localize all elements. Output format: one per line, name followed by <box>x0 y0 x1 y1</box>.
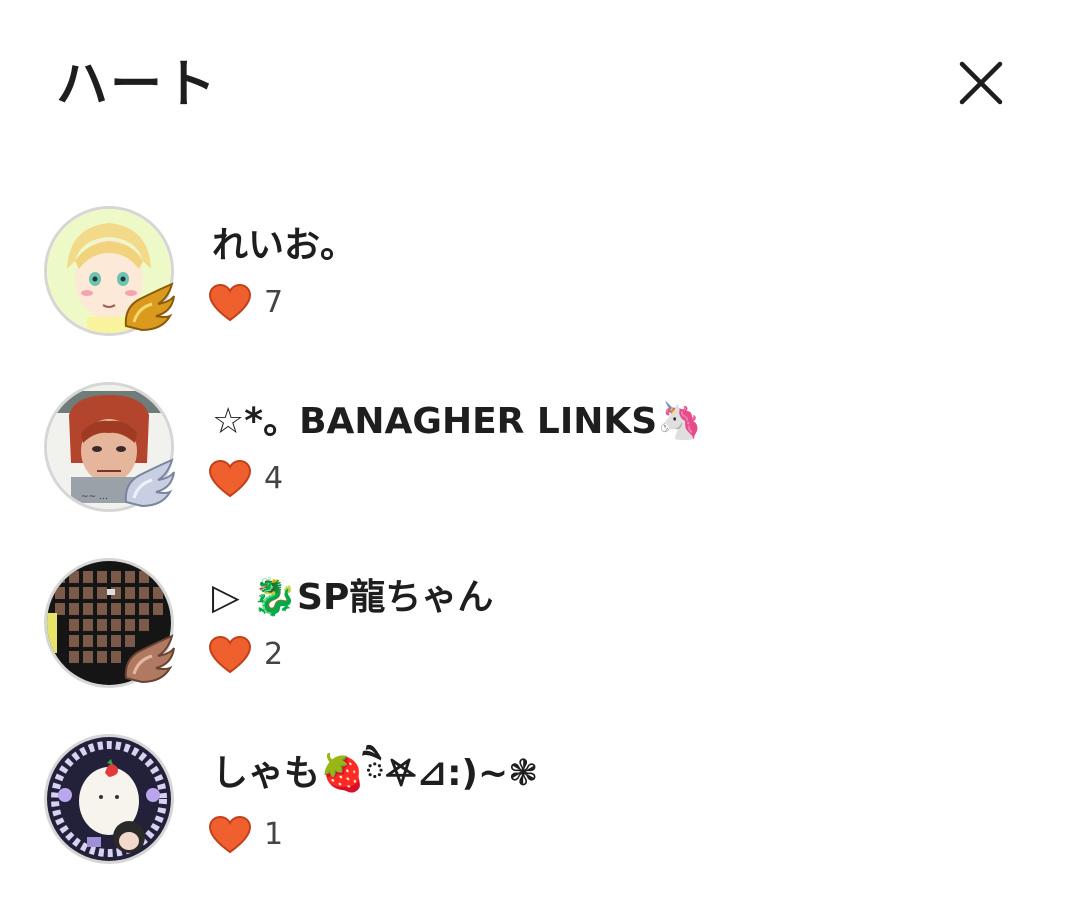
heart-count-row: 2 <box>208 632 283 678</box>
svg-text:~~ …: ~~ … <box>81 492 108 502</box>
heart-icon <box>208 815 252 854</box>
user-name[interactable]: れいお。 <box>212 222 356 270</box>
silver-wing-badge <box>124 458 175 508</box>
hearts-sheet: ハート れいお。 7 ~~ … ☆*。BANAGHER LINKS🦄 4 ▷ 🐉… <box>0 0 1080 897</box>
gold-wing-badge <box>124 282 175 332</box>
heart-count-row: 4 <box>208 456 283 502</box>
heart-count: 4 <box>264 461 284 496</box>
sheet-title: ハート <box>56 55 219 115</box>
avatar-ghost-strawberry <box>47 737 171 861</box>
sheet-header: ハート <box>0 0 1080 170</box>
close-button[interactable] <box>950 52 1012 114</box>
user-name[interactable]: しゃも🍓ཻ𖤐⊿:)~❃ <box>212 750 538 798</box>
heart-count: 1 <box>264 817 284 852</box>
heart-count-row: 1 <box>208 812 283 858</box>
list-item[interactable]: れいお。 7 <box>0 200 1080 350</box>
heart-count: 7 <box>264 285 284 320</box>
user-name[interactable]: ☆*。BANAGHER LINKS🦄 <box>212 398 702 446</box>
list-item[interactable]: しゃも🍓ཻ𖤐⊿:)~❃ 1 <box>0 728 1080 878</box>
heart-count-row: 7 <box>208 280 283 326</box>
heart-icon <box>208 283 252 322</box>
heart-count: 2 <box>264 637 284 672</box>
heart-icon <box>208 459 252 498</box>
close-icon <box>959 61 1003 105</box>
avatar[interactable] <box>44 734 174 864</box>
list-item[interactable]: ~~ … ☆*。BANAGHER LINKS🦄 4 <box>0 376 1080 526</box>
list-item[interactable]: ▷ 🐉SP龍ちゃん 2 <box>0 552 1080 702</box>
bronze-wing-badge <box>124 634 175 684</box>
user-name[interactable]: ▷ 🐉SP龍ちゃん <box>212 574 493 622</box>
heart-icon <box>208 635 252 674</box>
